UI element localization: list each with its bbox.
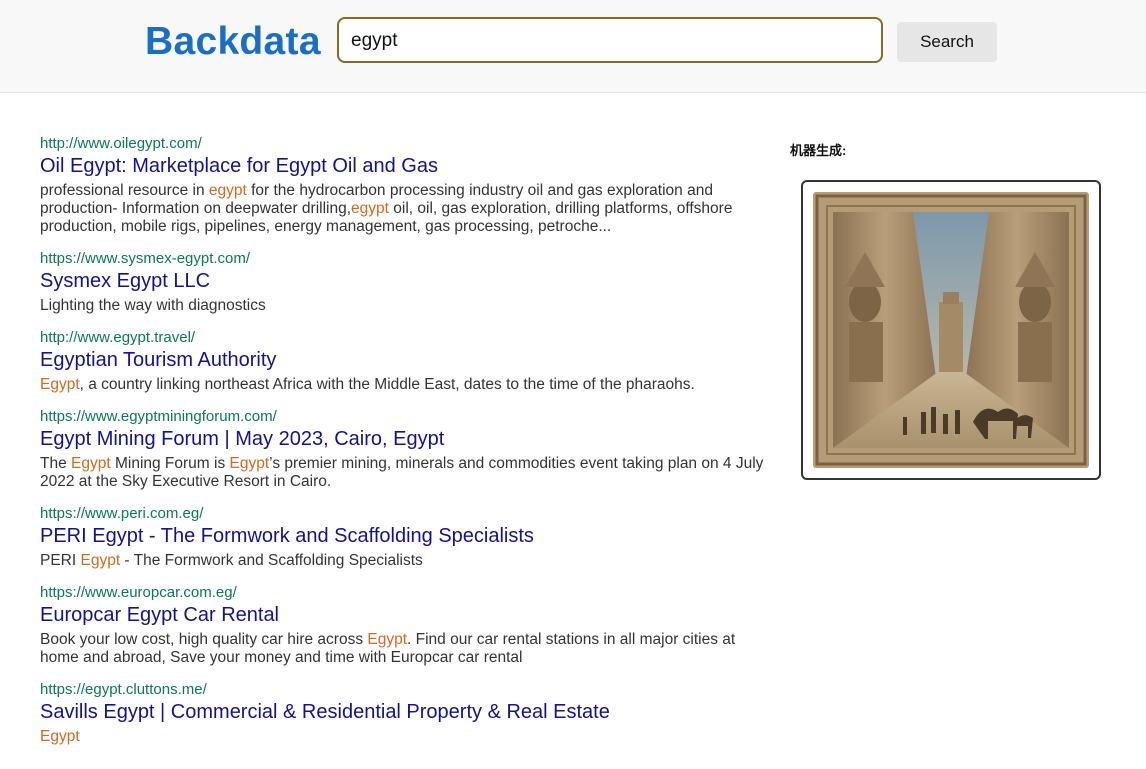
highlighted-term: egypt [208, 182, 247, 199]
result-snippet: Book your low cost, high quality car hir… [40, 631, 765, 667]
result-item: https://www.europcar.com.eg/Europcar Egy… [40, 583, 770, 667]
result-url[interactable]: https://www.sysmex-egypt.com/ [40, 249, 770, 269]
result-title-link[interactable]: PERI Egypt - The Formwork and Scaffoldin… [40, 524, 770, 549]
highlighted-term: Egypt [229, 455, 270, 472]
highlighted-term: Egypt [40, 376, 80, 393]
result-item: https://www.sysmex-egypt.com/Sysmex Egyp… [40, 249, 770, 315]
snippet-text: , a country linking northeast Africa wit… [79, 376, 695, 393]
snippet-text: The [40, 455, 72, 472]
highlighted-term: Egypt [80, 552, 121, 569]
result-title-link[interactable]: Savills Egypt | Commercial & Residential… [40, 700, 770, 725]
result-title-link[interactable]: Egypt Mining Forum | May 2023, Cairo, Eg… [40, 427, 770, 452]
highlighted-term: egypt [351, 200, 389, 217]
result-url[interactable]: https://www.peri.com.eg/ [40, 504, 770, 524]
search-results: http://www.oilegypt.com/Oil Egypt: Marke… [40, 134, 770, 759]
result-item: https://egypt.cluttons.me/Savills Egypt … [40, 680, 770, 746]
snippet-text: Book your low cost, high quality car hir… [40, 631, 368, 648]
result-snippet: professional resource in egypt for the h… [40, 182, 765, 236]
side-panel-label: 机器生成: [790, 143, 847, 158]
highlighted-term: Egypt [40, 728, 80, 745]
result-url[interactable]: https://www.egyptminingforum.com/ [40, 407, 770, 427]
generated-image [813, 192, 1089, 468]
snippet-text: Lighting the way with diagnostics [40, 297, 266, 314]
snippet-text: professional resource in [40, 182, 209, 199]
result-item: https://www.egyptminingforum.com/Egypt M… [40, 407, 770, 491]
result-url[interactable]: https://egypt.cluttons.me/ [40, 680, 770, 700]
result-title-link[interactable]: Sysmex Egypt LLC [40, 269, 770, 294]
snippet-text: Mining Forum is [110, 455, 230, 472]
snippet-text: - The Formwork and Scaffolding Specialis… [120, 552, 423, 569]
search-input[interactable]: egypt [337, 17, 883, 63]
result-url[interactable]: http://www.egypt.travel/ [40, 328, 770, 348]
egypt-illustration-icon [813, 192, 1089, 468]
result-snippet: PERI Egypt - The Formwork and Scaffoldin… [40, 552, 765, 570]
highlighted-term: Egypt [71, 455, 111, 472]
header-bar: Backdata egypt Search [0, 0, 1146, 93]
snippet-text: PERI [40, 552, 81, 569]
highlighted-term: Egypt [367, 631, 408, 648]
result-snippet: Egypt [40, 728, 765, 746]
result-item: https://www.peri.com.eg/PERI Egypt - The… [40, 504, 770, 570]
site-logo[interactable]: Backdata [145, 20, 321, 64]
result-item: http://www.egypt.travel/Egyptian Tourism… [40, 328, 770, 394]
generated-image-frame [801, 180, 1101, 480]
result-snippet: Egypt, a country linking northeast Afric… [40, 376, 765, 394]
result-title-link[interactable]: Egyptian Tourism Authority [40, 348, 770, 373]
result-title-link[interactable]: Europcar Egypt Car Rental [40, 603, 770, 628]
result-title-link[interactable]: Oil Egypt: Marketplace for Egypt Oil and… [40, 154, 770, 179]
search-button[interactable]: Search [897, 22, 997, 62]
result-url[interactable]: https://www.europcar.com.eg/ [40, 583, 770, 603]
result-snippet: Lighting the way with diagnostics [40, 297, 765, 315]
result-snippet: The Egypt Mining Forum is Egypt’s premie… [40, 455, 765, 491]
result-url[interactable]: http://www.oilegypt.com/ [40, 134, 770, 154]
result-item: http://www.oilegypt.com/Oil Egypt: Marke… [40, 134, 770, 236]
